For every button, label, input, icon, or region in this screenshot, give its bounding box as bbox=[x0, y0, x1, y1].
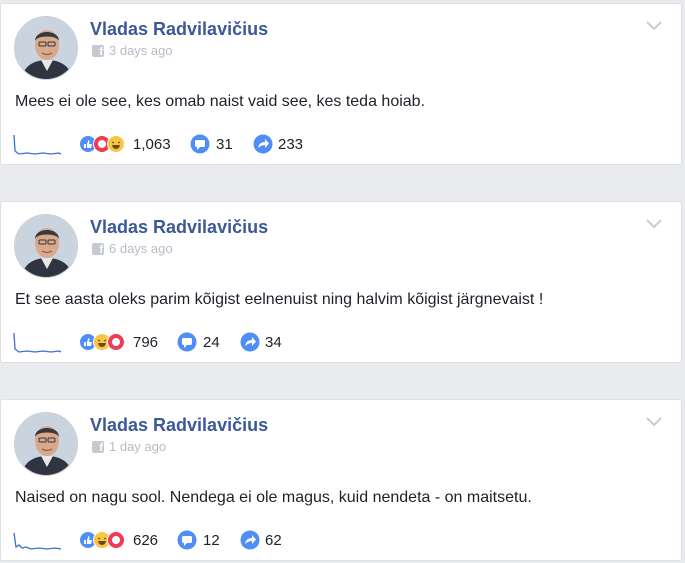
love-icon bbox=[107, 333, 125, 351]
love-icon bbox=[107, 531, 125, 549]
post-time[interactable]: 1 day ago bbox=[109, 439, 166, 454]
post-stats: 1,063 31 233 bbox=[13, 131, 673, 157]
chevron-down-icon[interactable] bbox=[645, 218, 663, 230]
avatar[interactable] bbox=[14, 214, 78, 278]
reaction-count[interactable]: 1,063 bbox=[133, 136, 171, 153]
comment-icon[interactable] bbox=[177, 332, 197, 352]
avatar[interactable] bbox=[14, 16, 78, 80]
share-icon[interactable] bbox=[240, 530, 260, 550]
facebook-icon bbox=[92, 242, 104, 256]
facebook-icon bbox=[92, 440, 104, 454]
post-stats: 626 12 62 bbox=[13, 527, 673, 553]
share-count[interactable]: 62 bbox=[265, 532, 282, 549]
post-card: Vladas Radvilavičius 1 day ago Naised on… bbox=[0, 399, 682, 561]
comment-icon[interactable] bbox=[177, 530, 197, 550]
chevron-down-icon[interactable] bbox=[645, 416, 663, 428]
share-count[interactable]: 233 bbox=[278, 136, 303, 153]
post-time[interactable]: 6 days ago bbox=[109, 241, 173, 256]
author-name[interactable]: Vladas Radvilavičius bbox=[90, 19, 268, 40]
comment-count[interactable]: 24 bbox=[203, 334, 220, 351]
reaction-icons[interactable] bbox=[79, 135, 125, 153]
sparkline-chart bbox=[13, 134, 62, 155]
post-stats: 796 24 34 bbox=[13, 329, 673, 355]
author-name[interactable]: Vladas Radvilavičius bbox=[90, 217, 268, 238]
post-meta: 6 days ago bbox=[92, 241, 173, 256]
reaction-count[interactable]: 796 bbox=[133, 334, 158, 351]
post-meta: 1 day ago bbox=[92, 439, 166, 454]
share-count[interactable]: 34 bbox=[265, 334, 282, 351]
reaction-icons[interactable] bbox=[79, 531, 125, 549]
reaction-count[interactable]: 626 bbox=[133, 532, 158, 549]
comment-count[interactable]: 12 bbox=[203, 532, 220, 549]
sparkline-chart bbox=[13, 332, 62, 353]
sparkline-chart bbox=[13, 532, 62, 550]
avatar[interactable] bbox=[14, 412, 78, 476]
post-text: Mees ei ole see, kes omab naist vaid see… bbox=[15, 93, 426, 110]
post-feed: Vladas Radvilavičius 3 days ago Mees ei … bbox=[0, 0, 685, 563]
post-card: Vladas Radvilavičius 3 days ago Mees ei … bbox=[0, 3, 682, 165]
post-text: Naised on nagu sool. Nendega ei ole magu… bbox=[15, 489, 532, 506]
author-name[interactable]: Vladas Radvilavičius bbox=[90, 415, 268, 436]
comment-icon[interactable] bbox=[190, 134, 210, 154]
haha-icon bbox=[107, 135, 125, 153]
reaction-icons[interactable] bbox=[79, 333, 125, 351]
facebook-icon bbox=[92, 44, 104, 58]
chevron-down-icon[interactable] bbox=[645, 20, 663, 32]
post-card: Vladas Radvilavičius 6 days ago Et see a… bbox=[0, 201, 682, 363]
post-time[interactable]: 3 days ago bbox=[109, 43, 173, 58]
comment-count[interactable]: 31 bbox=[216, 136, 233, 153]
share-icon[interactable] bbox=[240, 332, 260, 352]
post-text: Et see aasta oleks parim kõigist eelnenu… bbox=[15, 291, 544, 308]
post-meta: 3 days ago bbox=[92, 43, 173, 58]
share-icon[interactable] bbox=[253, 134, 273, 154]
